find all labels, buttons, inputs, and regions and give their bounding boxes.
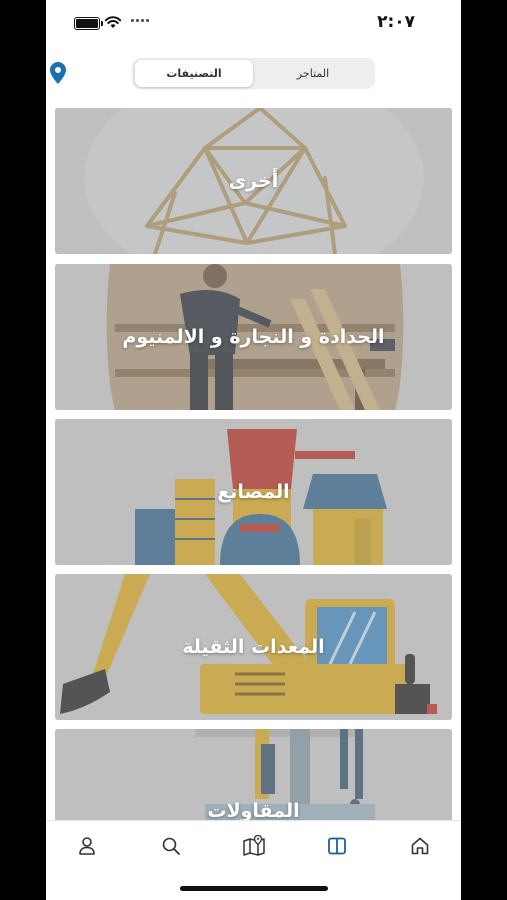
tab-search[interactable] — [158, 833, 184, 859]
category-card-other[interactable]: أخرى — [55, 108, 452, 254]
segment-stores[interactable]: المتاجر — [254, 60, 372, 87]
wifi-icon — [104, 16, 122, 28]
tab-categories[interactable] — [324, 833, 350, 859]
map-pin-icon[interactable] — [50, 62, 66, 84]
tab-map[interactable] — [241, 833, 267, 859]
search-icon — [162, 837, 180, 855]
signal-icon — [131, 19, 149, 22]
app-screen: ٢:٠٧ التصنيفات المتاجر أخرى الحدادة و ال… — [46, 0, 461, 900]
user-icon — [79, 837, 95, 855]
status-bar: ٢:٠٧ — [46, 0, 461, 46]
map-icon — [243, 835, 265, 856]
category-card-factories[interactable]: المصانع — [55, 419, 452, 565]
category-card-heavy-equipment[interactable]: المعدات الثقيلة — [55, 574, 452, 720]
category-card-carpentry[interactable]: الحدادة و النجارة و الالمنيوم — [55, 264, 452, 410]
book-icon — [328, 837, 346, 855]
category-label: الحدادة و النجارة و الالمنيوم — [122, 326, 385, 348]
home-indicator — [180, 886, 328, 891]
category-label: المعدات الثقيلة — [182, 636, 325, 658]
tab-home[interactable] — [407, 833, 433, 859]
segmented-control: التصنيفات المتاجر — [132, 58, 375, 89]
status-time: ٢:٠٧ — [377, 12, 415, 32]
tab-profile[interactable] — [74, 833, 100, 859]
category-card-contracting[interactable]: المقاولات — [55, 729, 452, 824]
category-label: أخرى — [228, 170, 279, 192]
category-label: المصانع — [217, 481, 290, 503]
battery-icon — [74, 17, 103, 30]
category-label: المقاولات — [207, 800, 300, 822]
segment-categories[interactable]: التصنيفات — [135, 60, 253, 87]
home-icon — [411, 837, 429, 855]
